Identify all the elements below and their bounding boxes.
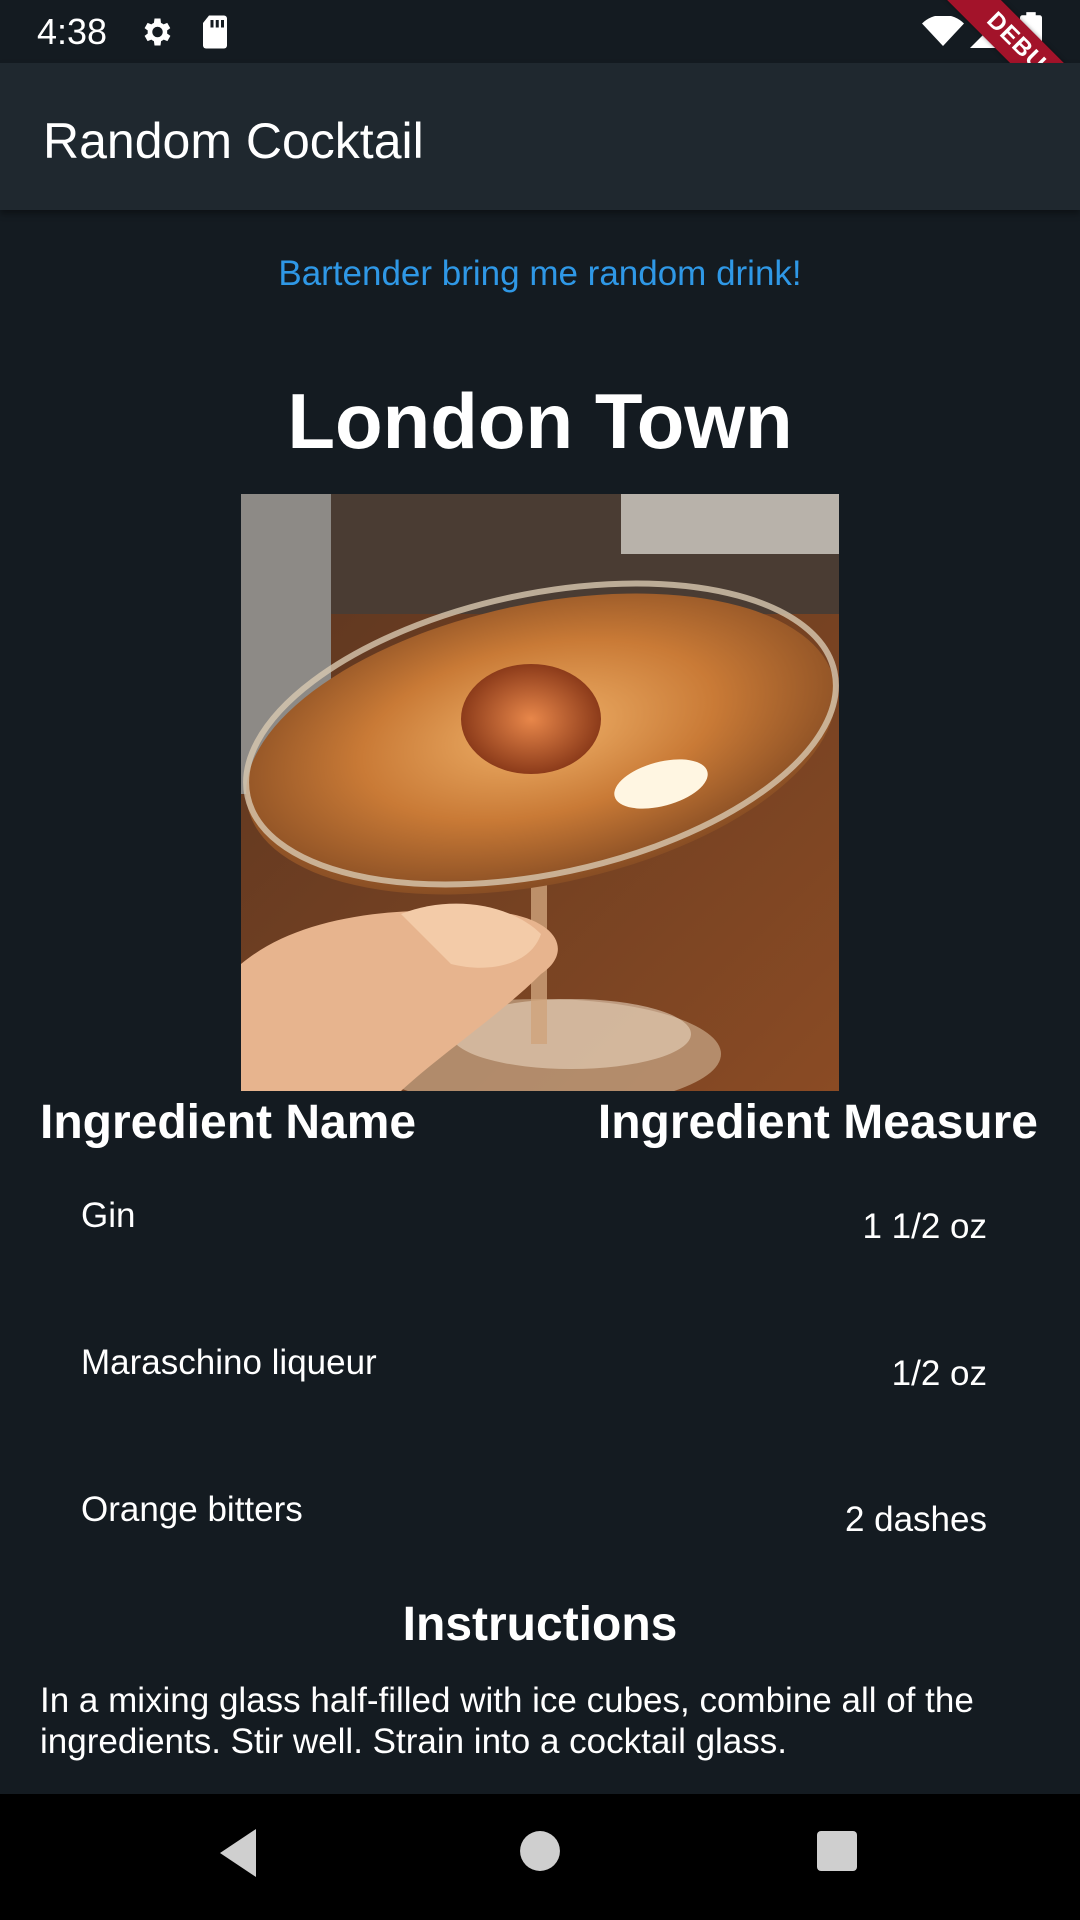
- ingredient-name-header: Ingredient Name: [40, 1096, 417, 1149]
- home-icon[interactable]: [519, 1830, 561, 1877]
- back-icon[interactable]: [216, 1827, 260, 1884]
- ingredient-measure: 2 dashes: [844, 1500, 987, 1539]
- drink-name: London Town: [287, 377, 793, 465]
- ingredient-name: Orange bitters: [81, 1490, 303, 1529]
- ingredient-name: Maraschino liqueur: [81, 1343, 377, 1382]
- instructions-text: In a mixing glass half-filled with ice c…: [40, 1681, 974, 1761]
- app-bar: Random Cocktail: [0, 63, 1080, 210]
- random-drink-button[interactable]: Bartender bring me random drink!: [0, 245, 1080, 301]
- sd-card-icon: [200, 14, 230, 55]
- wifi-icon: [922, 14, 964, 51]
- instructions-title: Instructions: [402, 1598, 678, 1651]
- app-title: Random Cocktail: [43, 113, 424, 169]
- drink-image: [241, 494, 839, 1091]
- status-time: 4:38: [37, 11, 108, 52]
- ingredient-measure-header: Ingredient Measure: [597, 1096, 1038, 1149]
- gear-icon: [138, 14, 174, 55]
- nav-bar: [0, 1794, 1080, 1920]
- status-bar: 4:38: [0, 0, 1080, 63]
- recents-icon[interactable]: [817, 1831, 857, 1876]
- ingredient-measure: 1/2 oz: [891, 1354, 987, 1393]
- ingredient-name: Gin: [81, 1196, 136, 1235]
- ingredient-measure: 1 1/2 oz: [862, 1207, 987, 1246]
